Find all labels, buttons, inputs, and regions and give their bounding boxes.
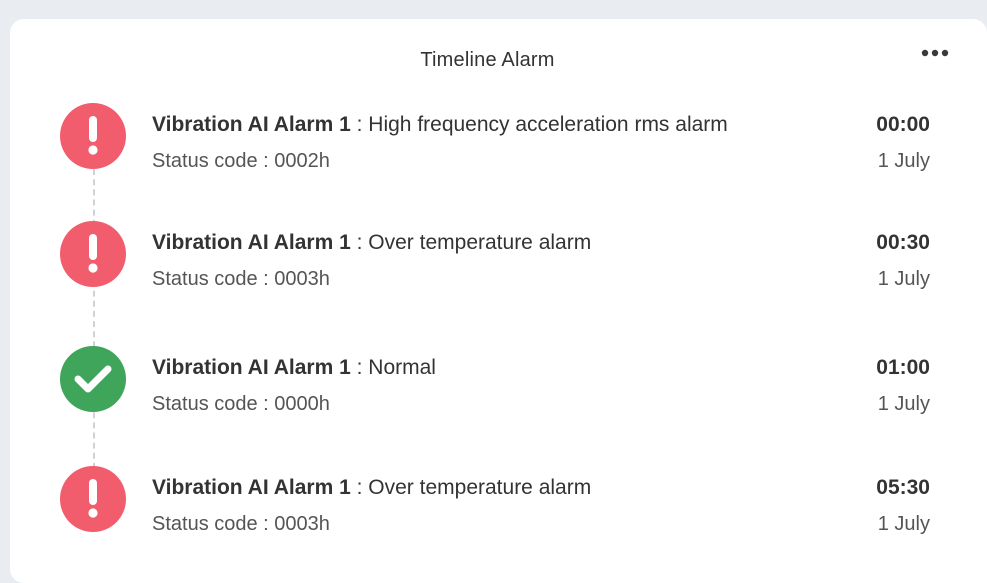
event-date: 1 July <box>877 393 930 415</box>
event-time: 00:30 <box>876 231 930 254</box>
event-time: 01:00 <box>876 356 930 379</box>
event-title: Vibration AI Alarm 1 : Over temperature … <box>152 231 591 255</box>
event-time: 00:00 <box>876 113 930 136</box>
timeline-event[interactable]: Vibration AI Alarm 1 : Over temperature … <box>10 213 987 293</box>
status-code: Status code : 0003h <box>152 268 330 290</box>
event-separator: : <box>350 356 369 379</box>
more-horizontal-icon <box>921 49 949 57</box>
timeline-event[interactable]: Vibration AI Alarm 1 : Over temperature … <box>10 458 987 538</box>
status-code: Status code : 0000h <box>152 393 330 415</box>
alarm-name: Vibration AI Alarm 1 <box>152 356 351 379</box>
timeline-connector <box>93 159 95 479</box>
event-date: 1 July <box>877 150 930 172</box>
alarm-name: Vibration AI Alarm 1 <box>152 113 351 136</box>
event-description: Over temperature alarm <box>368 476 592 499</box>
alarm-status-badge <box>60 466 126 532</box>
status-code: Status code : 0003h <box>152 513 330 535</box>
card-title: Timeline Alarm <box>420 49 555 71</box>
event-description: Normal <box>368 356 436 379</box>
event-description: High frequency acceleration rms alarm <box>368 113 728 136</box>
event-title: Vibration AI Alarm 1 : Normal <box>152 356 436 380</box>
alarm-name: Vibration AI Alarm 1 <box>152 476 351 499</box>
timeline-event[interactable]: Vibration AI Alarm 1 : Normal Status cod… <box>10 338 987 418</box>
alarm-status-badge <box>60 221 126 287</box>
event-separator: : <box>350 476 369 499</box>
event-date: 1 July <box>877 513 930 535</box>
event-title: Vibration AI Alarm 1 : Over temperature … <box>152 476 591 500</box>
event-description: Over temperature alarm <box>368 231 592 254</box>
checkmark-icon <box>74 365 112 393</box>
event-time: 05:30 <box>876 476 930 499</box>
exclamation-icon <box>88 479 98 518</box>
exclamation-icon <box>88 116 98 155</box>
exclamation-icon <box>88 234 98 273</box>
event-separator: : <box>350 231 369 254</box>
status-code: Status code : 0002h <box>152 150 330 172</box>
event-date: 1 July <box>877 268 930 290</box>
alarm-status-badge <box>60 103 126 169</box>
event-title: Vibration AI Alarm 1 : High frequency ac… <box>152 113 728 137</box>
timeline-alarm-card: Timeline Alarm Vibration AI Alarm 1 : Hi… <box>10 19 987 583</box>
alarm-name: Vibration AI Alarm 1 <box>152 231 351 254</box>
more-options-button[interactable] <box>915 41 955 65</box>
normal-status-badge <box>60 346 126 412</box>
event-separator: : <box>350 113 369 136</box>
timeline-event[interactable]: Vibration AI Alarm 1 : High frequency ac… <box>10 95 987 175</box>
